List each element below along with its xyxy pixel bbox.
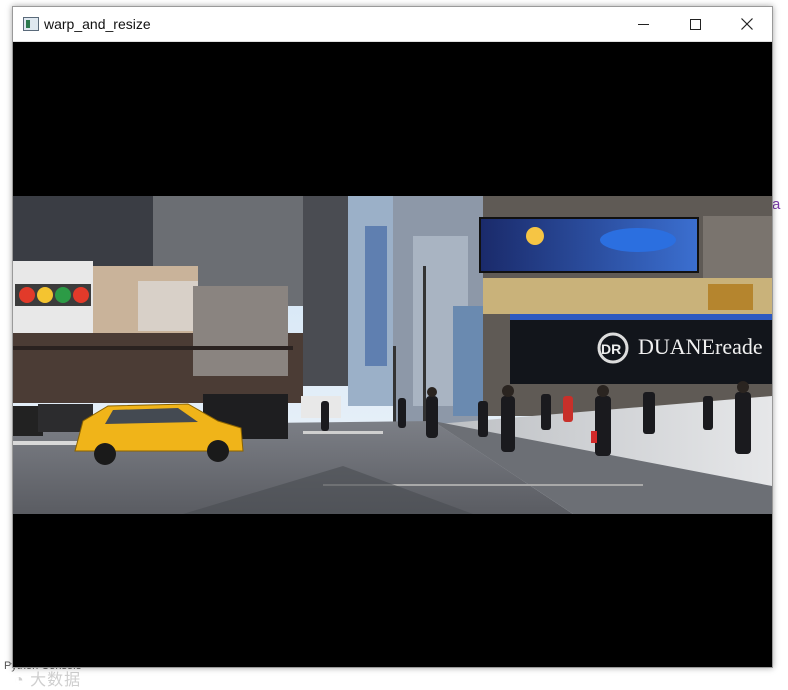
opencv-window: warp_and_resize DR DUANEreade bbox=[12, 6, 773, 668]
minimize-icon bbox=[637, 23, 649, 25]
close-button[interactable] bbox=[724, 7, 770, 41]
street-scene: DR DUANEreade bbox=[13, 196, 772, 514]
image-canvas: DR DUANEreade bbox=[13, 42, 772, 667]
watermark-logo: ◔ 大数据 bbox=[14, 672, 82, 689]
warped-street-image: DR DUANEreade bbox=[13, 196, 772, 514]
svg-text:DR: DR bbox=[601, 341, 621, 357]
bg-editor-char: a bbox=[772, 196, 781, 213]
app-icon bbox=[23, 17, 39, 31]
maximize-button[interactable] bbox=[672, 7, 718, 41]
close-icon bbox=[741, 18, 753, 30]
window-title: warp_and_resize bbox=[44, 16, 151, 32]
billboard-text: DUANEreade bbox=[638, 334, 763, 359]
minimize-button[interactable] bbox=[620, 7, 666, 41]
title-bar[interactable]: warp_and_resize bbox=[13, 7, 772, 42]
maximize-icon bbox=[689, 18, 701, 30]
